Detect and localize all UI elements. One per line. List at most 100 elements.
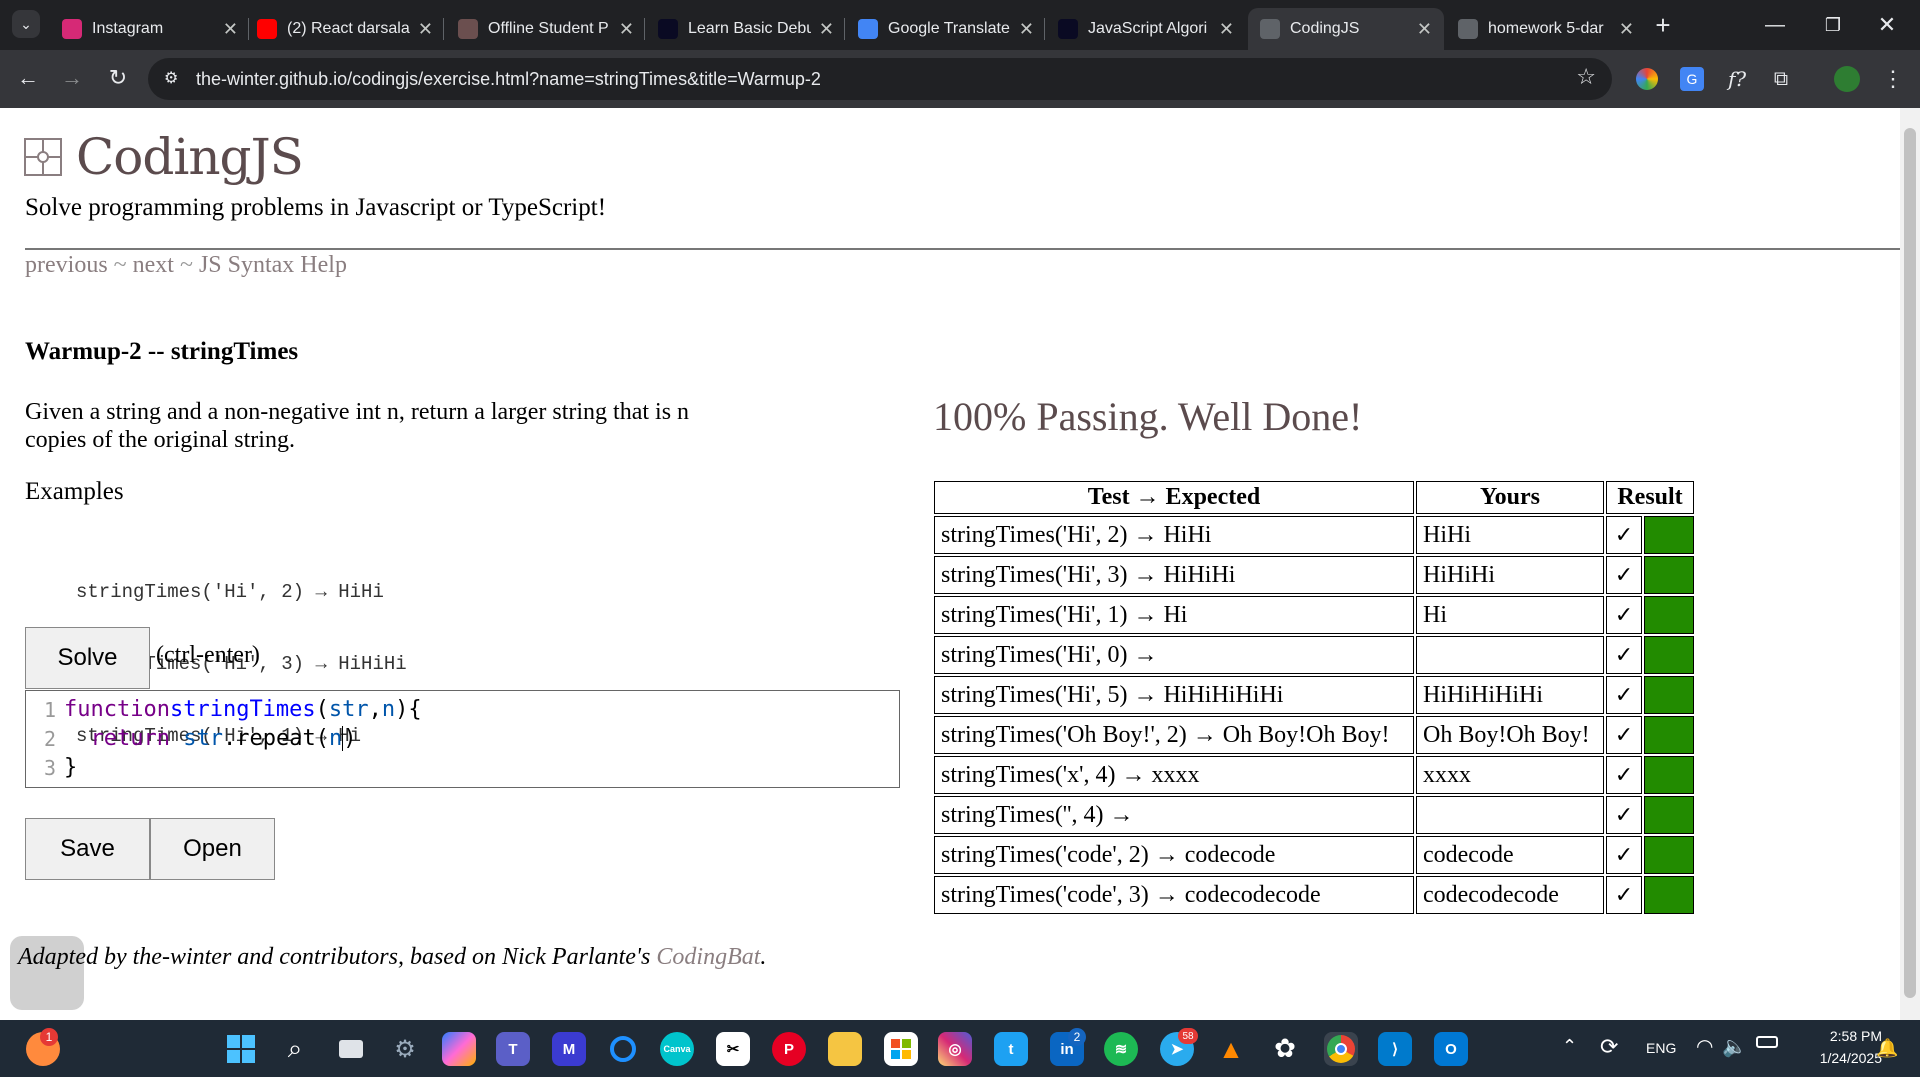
freecodecamp-icon (1058, 19, 1078, 39)
twitter-icon[interactable]: t (994, 1032, 1028, 1066)
puzzle-logo-icon (24, 138, 62, 176)
profile-avatar[interactable] (1834, 66, 1860, 92)
codingbat-link[interactable]: CodingBat (656, 944, 760, 970)
tab-separator (844, 18, 845, 40)
back-button[interactable]: ← (12, 62, 44, 94)
stylus-app-icon[interactable]: M (552, 1032, 586, 1066)
code-function-name: stringTimes (169, 697, 316, 722)
formula-extension-icon[interactable]: f? (1722, 64, 1752, 94)
nav-separator: ~ (173, 252, 199, 278)
browser-tab[interactable]: CodingJS ✕ (1248, 8, 1444, 50)
example-line: stringTimes('Hi', 2) → HiHi (76, 581, 384, 603)
reload-button[interactable]: ↻ (102, 62, 134, 94)
search-icon[interactable]: ⌕ (278, 1032, 312, 1066)
result-check: ✓ (1606, 636, 1642, 674)
browser-tab[interactable]: Learn Basic Debu ✕ (646, 8, 846, 50)
store-icon[interactable] (884, 1032, 918, 1066)
page-scrollbar[interactable] (1900, 108, 1920, 1020)
canva-icon[interactable]: Canva (660, 1032, 694, 1066)
extensions-puzzle-icon[interactable]: ⧉ (1766, 64, 1796, 94)
footer-text: Adapted by the-winter and contributors, … (18, 944, 657, 970)
extension-color-icon[interactable] (1636, 68, 1658, 90)
bookmark-star-icon[interactable]: ☆ (1576, 65, 1596, 90)
table-row: stringTimes('Hi', 5) → HiHiHiHiHi HiHiHiH… (934, 676, 1694, 714)
line-number: 2 (43, 726, 56, 751)
code-text: ) (343, 726, 357, 751)
restore-button[interactable]: ❐ (1818, 10, 1848, 40)
code-variable: n (328, 726, 344, 751)
battery-icon[interactable] (1756, 1036, 1778, 1048)
forward-button[interactable]: → (56, 62, 88, 94)
sync-icon[interactable]: ⟳ (1600, 1034, 1618, 1060)
clock-time[interactable]: 2:58 PM (1808, 1028, 1882, 1044)
test-cell: stringTimes('Hi', 5) → HiHiHiHiHi (934, 676, 1414, 714)
browser-tab[interactable]: Google Translate ✕ (846, 8, 1046, 50)
result-check: ✓ (1606, 716, 1642, 754)
close-window-button[interactable]: ✕ (1872, 10, 1902, 40)
spotify-icon[interactable]: ≋ (1104, 1032, 1138, 1066)
outlook-icon[interactable]: O (1434, 1032, 1468, 1066)
translate-extension-icon[interactable]: G (1680, 67, 1704, 91)
header-test: Test → Expected (934, 481, 1414, 514)
file-explorer-icon[interactable] (828, 1032, 862, 1066)
windows-start-icon[interactable] (224, 1032, 258, 1066)
result-check: ✓ (1606, 876, 1642, 914)
close-tab-icon[interactable]: ✕ (418, 19, 433, 40)
tray-overflow-icon[interactable]: ⌃ (1562, 1036, 1577, 1057)
tab-search-button[interactable]: ⌄ (12, 10, 40, 38)
solve-shortcut-hint: (ctrl-enter) (156, 642, 260, 668)
menu-kebab-icon[interactable]: ⋮ (1878, 64, 1908, 94)
browser-tab[interactable]: JavaScript Algori ✕ (1046, 8, 1246, 50)
pass-indicator (1644, 716, 1694, 754)
copilot-icon[interactable] (442, 1032, 476, 1066)
table-row: stringTimes('Oh Boy!', 2) → Oh Boy!Oh Bo… (934, 716, 1694, 754)
volume-icon[interactable]: 🔈 (1722, 1034, 1747, 1058)
wifi-icon[interactable]: ◠ (1696, 1034, 1713, 1058)
next-link[interactable]: next (133, 252, 174, 278)
open-button[interactable]: Open (150, 818, 275, 880)
address-bar[interactable]: ⚙ the-winter.github.io/codingjs/exercise… (148, 58, 1612, 100)
browser-tab[interactable]: Instagram ✕ (50, 8, 250, 50)
clock-date[interactable]: 1/24/2025 (1796, 1050, 1882, 1066)
pinterest-icon[interactable]: P (772, 1032, 806, 1066)
code-editor[interactable]: 1 function stringTimes(str, n){ 2 return … (25, 690, 900, 788)
capcut-icon[interactable]: ✂ (716, 1032, 750, 1066)
scrollbar-thumb[interactable] (1904, 128, 1916, 998)
close-tab-icon[interactable]: ✕ (1219, 19, 1234, 40)
url-text[interactable]: the-winter.github.io/codingjs/exercise.h… (196, 69, 821, 90)
minimize-button[interactable]: — (1760, 10, 1790, 40)
pass-indicator (1644, 876, 1694, 914)
site-info-icon[interactable]: ⚙ (164, 68, 178, 87)
close-tab-icon[interactable]: ✕ (223, 19, 238, 40)
close-tab-icon[interactable]: ✕ (1417, 19, 1432, 40)
chrome-icon[interactable] (1324, 1032, 1358, 1066)
previous-link[interactable]: previous (25, 252, 108, 278)
teams-icon[interactable]: T (496, 1032, 530, 1066)
save-button[interactable]: Save (25, 818, 150, 880)
chatgpt-icon[interactable]: ✿ (1268, 1032, 1302, 1066)
vscode-icon[interactable]: ⟩ (1378, 1032, 1412, 1066)
code-variable: str (328, 697, 369, 722)
close-tab-icon[interactable]: ✕ (819, 19, 834, 40)
solve-button[interactable]: Solve (25, 627, 150, 689)
site-logo[interactable]: CodingJS (24, 128, 304, 186)
browser-tab[interactable]: Offline Student P ✕ (446, 8, 646, 50)
notification-bell-icon[interactable]: 🔔 (1876, 1038, 1898, 1059)
vlc-icon[interactable]: ▲ (1214, 1032, 1248, 1066)
close-tab-icon[interactable]: ✕ (1019, 19, 1034, 40)
close-tab-icon[interactable]: ✕ (1619, 19, 1634, 40)
table-row: stringTimes('Hi', 0) → ✓ (934, 636, 1694, 674)
exercise-nav: previous ~ next ~ JS Syntax Help (25, 252, 347, 279)
instagram-app-icon[interactable]: ◎ (938, 1032, 972, 1066)
close-tab-icon[interactable]: ✕ (619, 19, 634, 40)
syntax-help-link[interactable]: JS Syntax Help (199, 252, 347, 278)
browser-tab[interactable]: homework 5-dar ✕ (1446, 8, 1646, 50)
settings-icon[interactable]: ⚙ (388, 1032, 422, 1066)
browser-tab[interactable]: (2) React darsala ✕ (245, 8, 445, 50)
language-indicator[interactable]: ENG (1646, 1040, 1676, 1056)
google-translate-icon (858, 19, 878, 39)
new-tab-button[interactable]: + (1648, 10, 1678, 40)
cortana-ring-icon[interactable] (606, 1032, 640, 1066)
task-view-icon[interactable] (334, 1032, 368, 1066)
youtube-icon (257, 19, 277, 39)
